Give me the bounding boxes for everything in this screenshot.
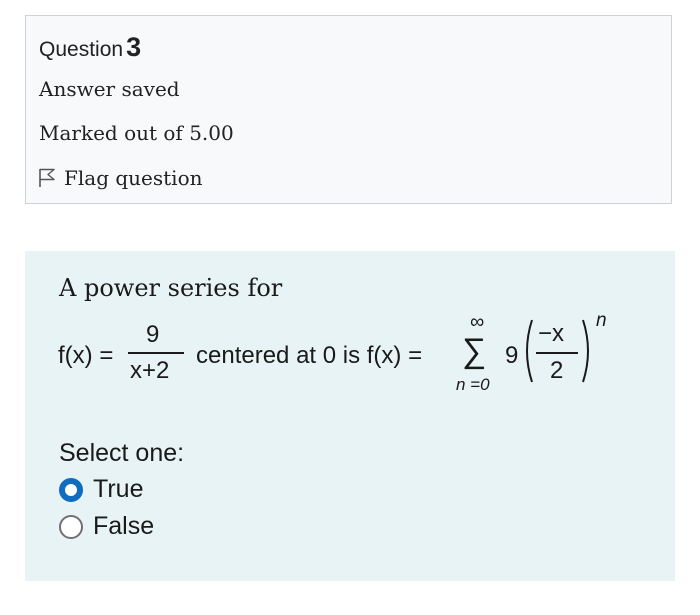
series-formula: f(x) = 9 x+2 centered at 0 is f(x) = ∞ ∑… [58,310,658,399]
marked-out-of: Marked out of 5.00 [39,121,234,145]
inner-fraction-bar [536,352,578,354]
fraction-numerator: 9 [146,321,160,348]
option-false-label: False [93,512,155,540]
series-exponent: n [596,310,607,331]
radio-true[interactable] [59,477,83,502]
sum-lower-limit: n =0 [456,375,490,394]
left-paren [526,319,533,383]
question-content: A power series for f(x) = 9 x+2 centered… [25,251,675,581]
answer-status: Answer saved [39,77,180,101]
question-label: Question [39,38,124,61]
flag-icon [39,168,55,187]
inner-numerator: −x [538,320,565,347]
option-true-label: True [93,475,144,503]
right-paren [582,319,589,383]
sum-upper-limit: ∞ [470,311,485,333]
question-title: Question 3 [39,32,141,63]
sigma-symbol: ∑ [462,332,487,370]
flag-question-label: Flag question [64,166,203,190]
fx-label: f(x) = [58,342,114,369]
fraction-bar [128,352,184,354]
question-intro: A power series for [59,274,283,302]
option-false[interactable]: False [59,512,154,541]
question-number: 3 [126,32,142,62]
flag-question-link[interactable]: Flag question [39,166,203,190]
select-one-label: Select one: [59,439,185,467]
option-true[interactable]: True [59,475,143,504]
fraction-denominator: x+2 [130,357,170,384]
series-coefficient: 9 [505,342,519,369]
formula-middle-text: centered at 0 is f(x) = [196,342,423,369]
radio-false[interactable] [59,514,83,539]
inner-denominator: 2 [550,357,564,384]
question-info-panel: Question 3 Answer saved Marked out of 5.0… [25,15,672,204]
